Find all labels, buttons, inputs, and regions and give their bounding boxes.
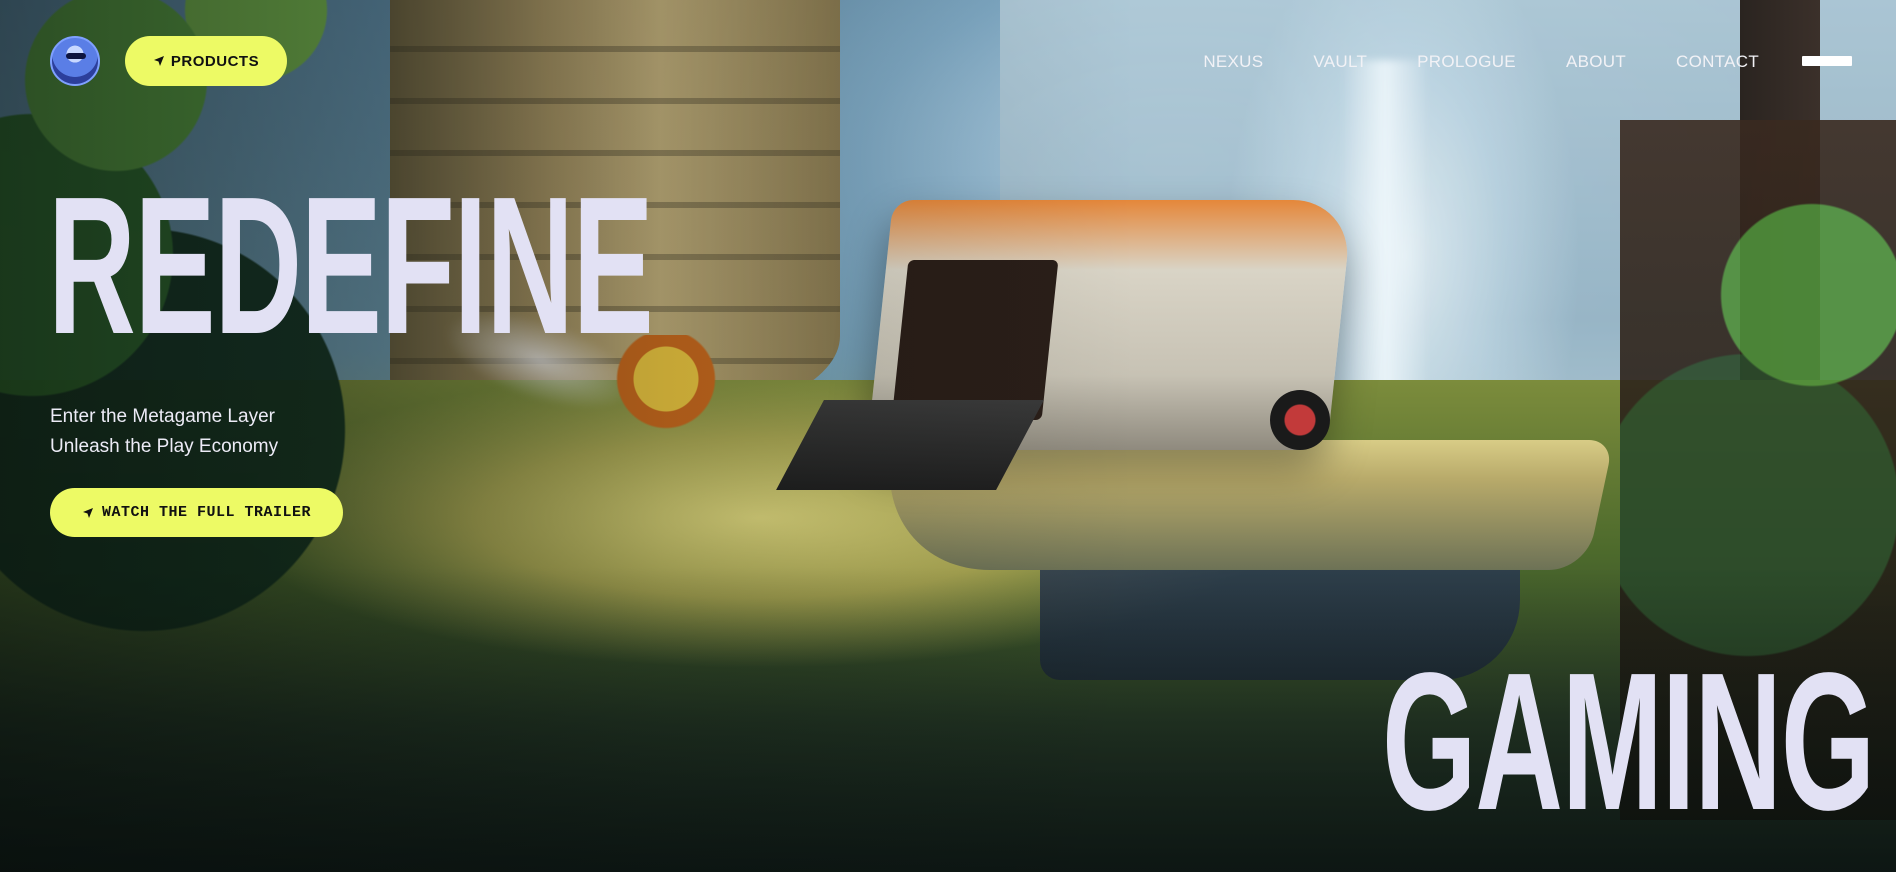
products-button[interactable]: PRODUCTS bbox=[125, 36, 287, 86]
avatar-visor bbox=[66, 53, 86, 59]
nav-link-contact[interactable]: CONTACT bbox=[1676, 52, 1759, 72]
headline-gaming: GAMING bbox=[1382, 632, 1875, 851]
main-nav: NEXUS VAULT PROLOGUE ABOUT CONTACT bbox=[1203, 52, 1759, 72]
products-button-label: PRODUCTS bbox=[170, 52, 260, 70]
nav-link-prologue[interactable]: PROLOGUE bbox=[1417, 52, 1516, 72]
hero-subtitle: Enter the Metagame Layer Unleash the Pla… bbox=[50, 402, 278, 462]
navigation-arrow-icon bbox=[82, 507, 93, 518]
menu-bar-icon[interactable] bbox=[1802, 56, 1852, 66]
subtitle-line-2: Unleash the Play Economy bbox=[50, 436, 279, 457]
nav-link-nexus[interactable]: NEXUS bbox=[1203, 52, 1263, 72]
watch-trailer-button[interactable]: WATCH THE FULL TRAILER bbox=[50, 488, 343, 537]
nav-link-vault[interactable]: VAULT bbox=[1313, 52, 1367, 72]
headline-redefine: REDEFINE bbox=[48, 156, 654, 375]
watch-trailer-label: WATCH THE FULL TRAILER bbox=[101, 504, 312, 521]
logo-avatar[interactable] bbox=[50, 36, 100, 86]
nav-link-about[interactable]: ABOUT bbox=[1566, 52, 1626, 72]
navigation-arrow-icon bbox=[153, 56, 164, 66]
subtitle-line-1: Enter the Metagame Layer bbox=[50, 406, 275, 427]
site-header: PRODUCTS NEXUS VAULT PROLOGUE ABOUT CONT… bbox=[0, 0, 1896, 124]
